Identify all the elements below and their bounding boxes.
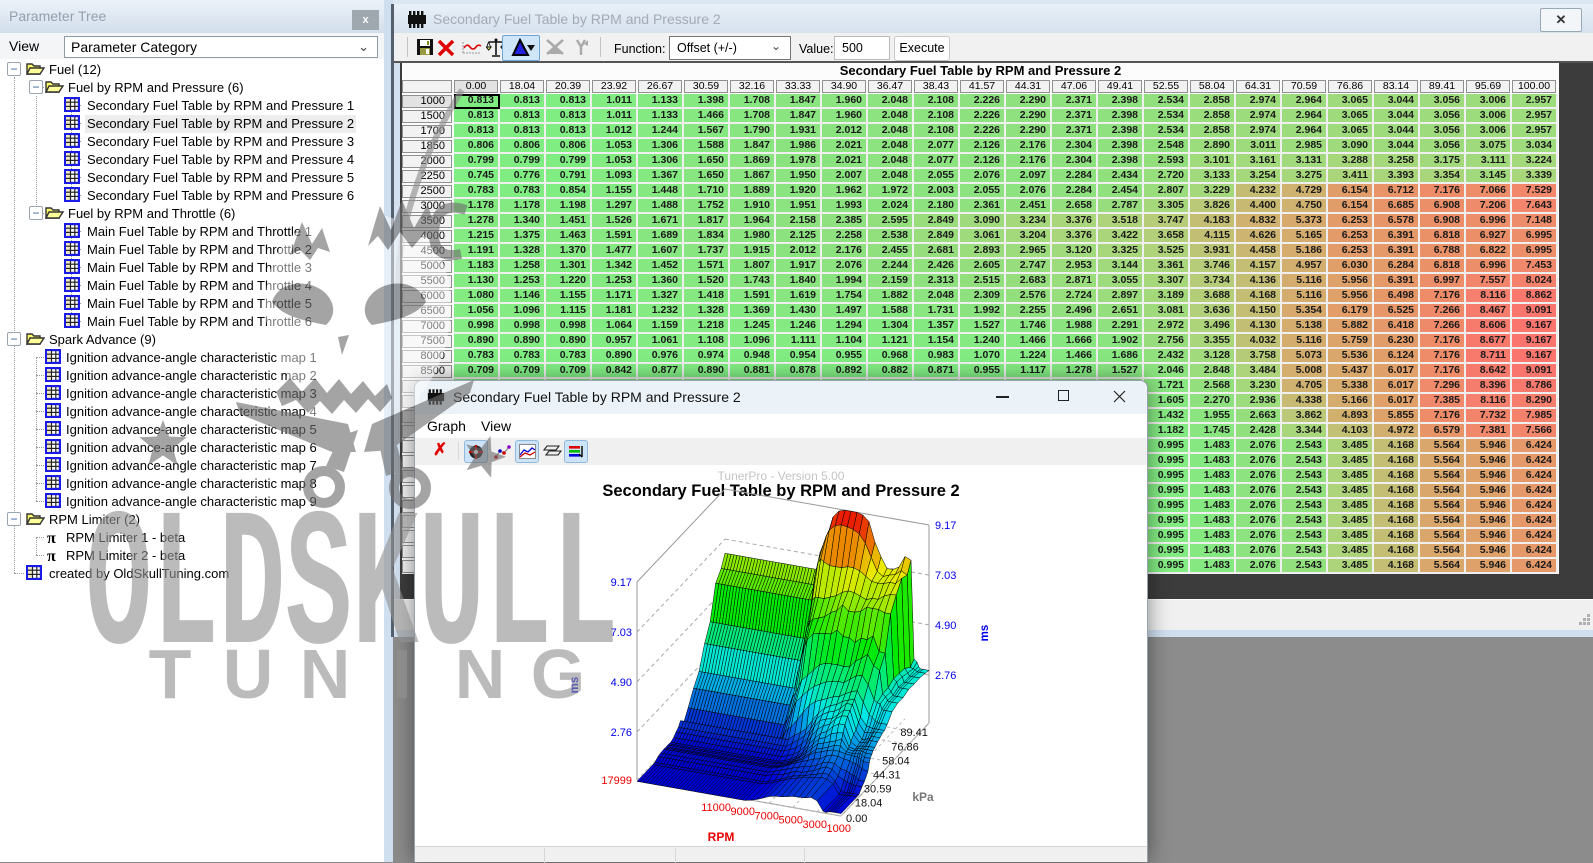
svg-text:9000: 9000 (731, 806, 755, 818)
svg-text:5000: 5000 (779, 815, 803, 827)
svg-text:76.86: 76.86 (891, 741, 919, 753)
svg-text:ms: ms (979, 625, 991, 642)
svg-text:30.59: 30.59 (864, 784, 892, 796)
svg-text:44.31: 44.31 (873, 770, 901, 782)
svg-text:I: I (392, 635, 411, 713)
svg-text:17999: 17999 (601, 775, 632, 787)
svg-text:4.90: 4.90 (611, 677, 632, 689)
svg-text:89.41: 89.41 (900, 727, 928, 739)
svg-text:2.76: 2.76 (935, 670, 956, 682)
svg-text:7.03: 7.03 (611, 627, 632, 639)
svg-text:9.17: 9.17 (935, 520, 956, 532)
svg-text:58.04: 58.04 (882, 755, 910, 767)
svg-text:18.04: 18.04 (855, 798, 883, 810)
svg-text:3000: 3000 (803, 819, 827, 831)
svg-text:2.76: 2.76 (611, 727, 632, 739)
svg-text:9.17: 9.17 (611, 577, 632, 589)
svg-text:kPa: kPa (912, 790, 934, 804)
svg-text:ms: ms (569, 677, 581, 694)
svg-text:11000: 11000 (701, 802, 731, 814)
svg-text:0.00: 0.00 (846, 813, 867, 825)
svg-text:RPM: RPM (708, 830, 735, 844)
svg-text:4.90: 4.90 (935, 620, 956, 632)
svg-text:7000: 7000 (755, 810, 779, 822)
svg-text:7.03: 7.03 (935, 570, 956, 582)
